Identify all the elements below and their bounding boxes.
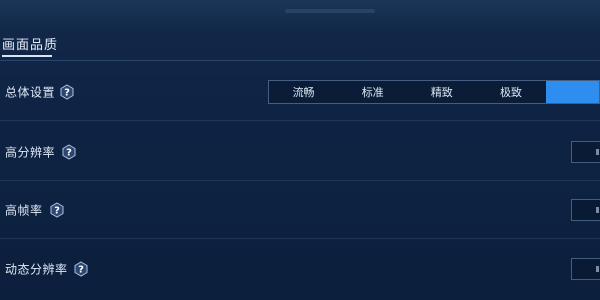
question-hex-icon[interactable]: ? bbox=[73, 261, 89, 277]
overall-quality-selector: 流畅 标准 精致 极致 bbox=[268, 80, 600, 104]
setting-row-high-resolution: 高分辨率 ? bbox=[0, 123, 600, 181]
high-resolution-toggle[interactable] bbox=[571, 141, 600, 163]
quality-option-refined[interactable]: 精致 bbox=[407, 81, 476, 103]
question-hex-icon[interactable]: ? bbox=[59, 84, 75, 100]
setting-row-dynamic-resolution: 动态分辨率 ? bbox=[0, 240, 600, 298]
question-hex-icon[interactable]: ? bbox=[61, 144, 77, 160]
title-underline bbox=[2, 55, 52, 57]
setting-row-high-frame-rate: 高帧率 ? bbox=[0, 181, 600, 239]
dynamic-resolution-toggle[interactable] bbox=[571, 258, 600, 280]
header-divider bbox=[0, 60, 600, 61]
question-hex-icon[interactable]: ? bbox=[49, 202, 65, 218]
quality-option-standard[interactable]: 标准 bbox=[338, 81, 407, 103]
graphics-settings-screen: 画面品质 总体设置 ? 流畅 标准 精致 极致 高分辨率 ? 高帧率 ? 动态分… bbox=[0, 0, 600, 300]
quality-option-smooth[interactable]: 流畅 bbox=[269, 81, 338, 103]
high-frame-rate-toggle[interactable] bbox=[571, 199, 600, 221]
row-divider bbox=[0, 120, 600, 121]
svg-text:?: ? bbox=[78, 265, 84, 276]
high-resolution-label: 高分辨率 bbox=[5, 145, 56, 160]
row-divider bbox=[0, 238, 600, 239]
top-status-hint bbox=[285, 9, 375, 13]
top-glow bbox=[0, 0, 600, 30]
svg-text:?: ? bbox=[66, 148, 72, 159]
dynamic-resolution-label: 动态分辨率 bbox=[5, 262, 68, 277]
svg-text:?: ? bbox=[64, 88, 70, 99]
quality-option-ultimate[interactable]: 极致 bbox=[476, 81, 545, 103]
high-frame-rate-label: 高帧率 bbox=[5, 203, 43, 218]
svg-text:?: ? bbox=[54, 206, 60, 217]
quality-option-selected[interactable] bbox=[545, 81, 599, 103]
page-title: 画面品质 bbox=[2, 38, 59, 53]
overall-setting-label: 总体设置 bbox=[5, 85, 56, 100]
